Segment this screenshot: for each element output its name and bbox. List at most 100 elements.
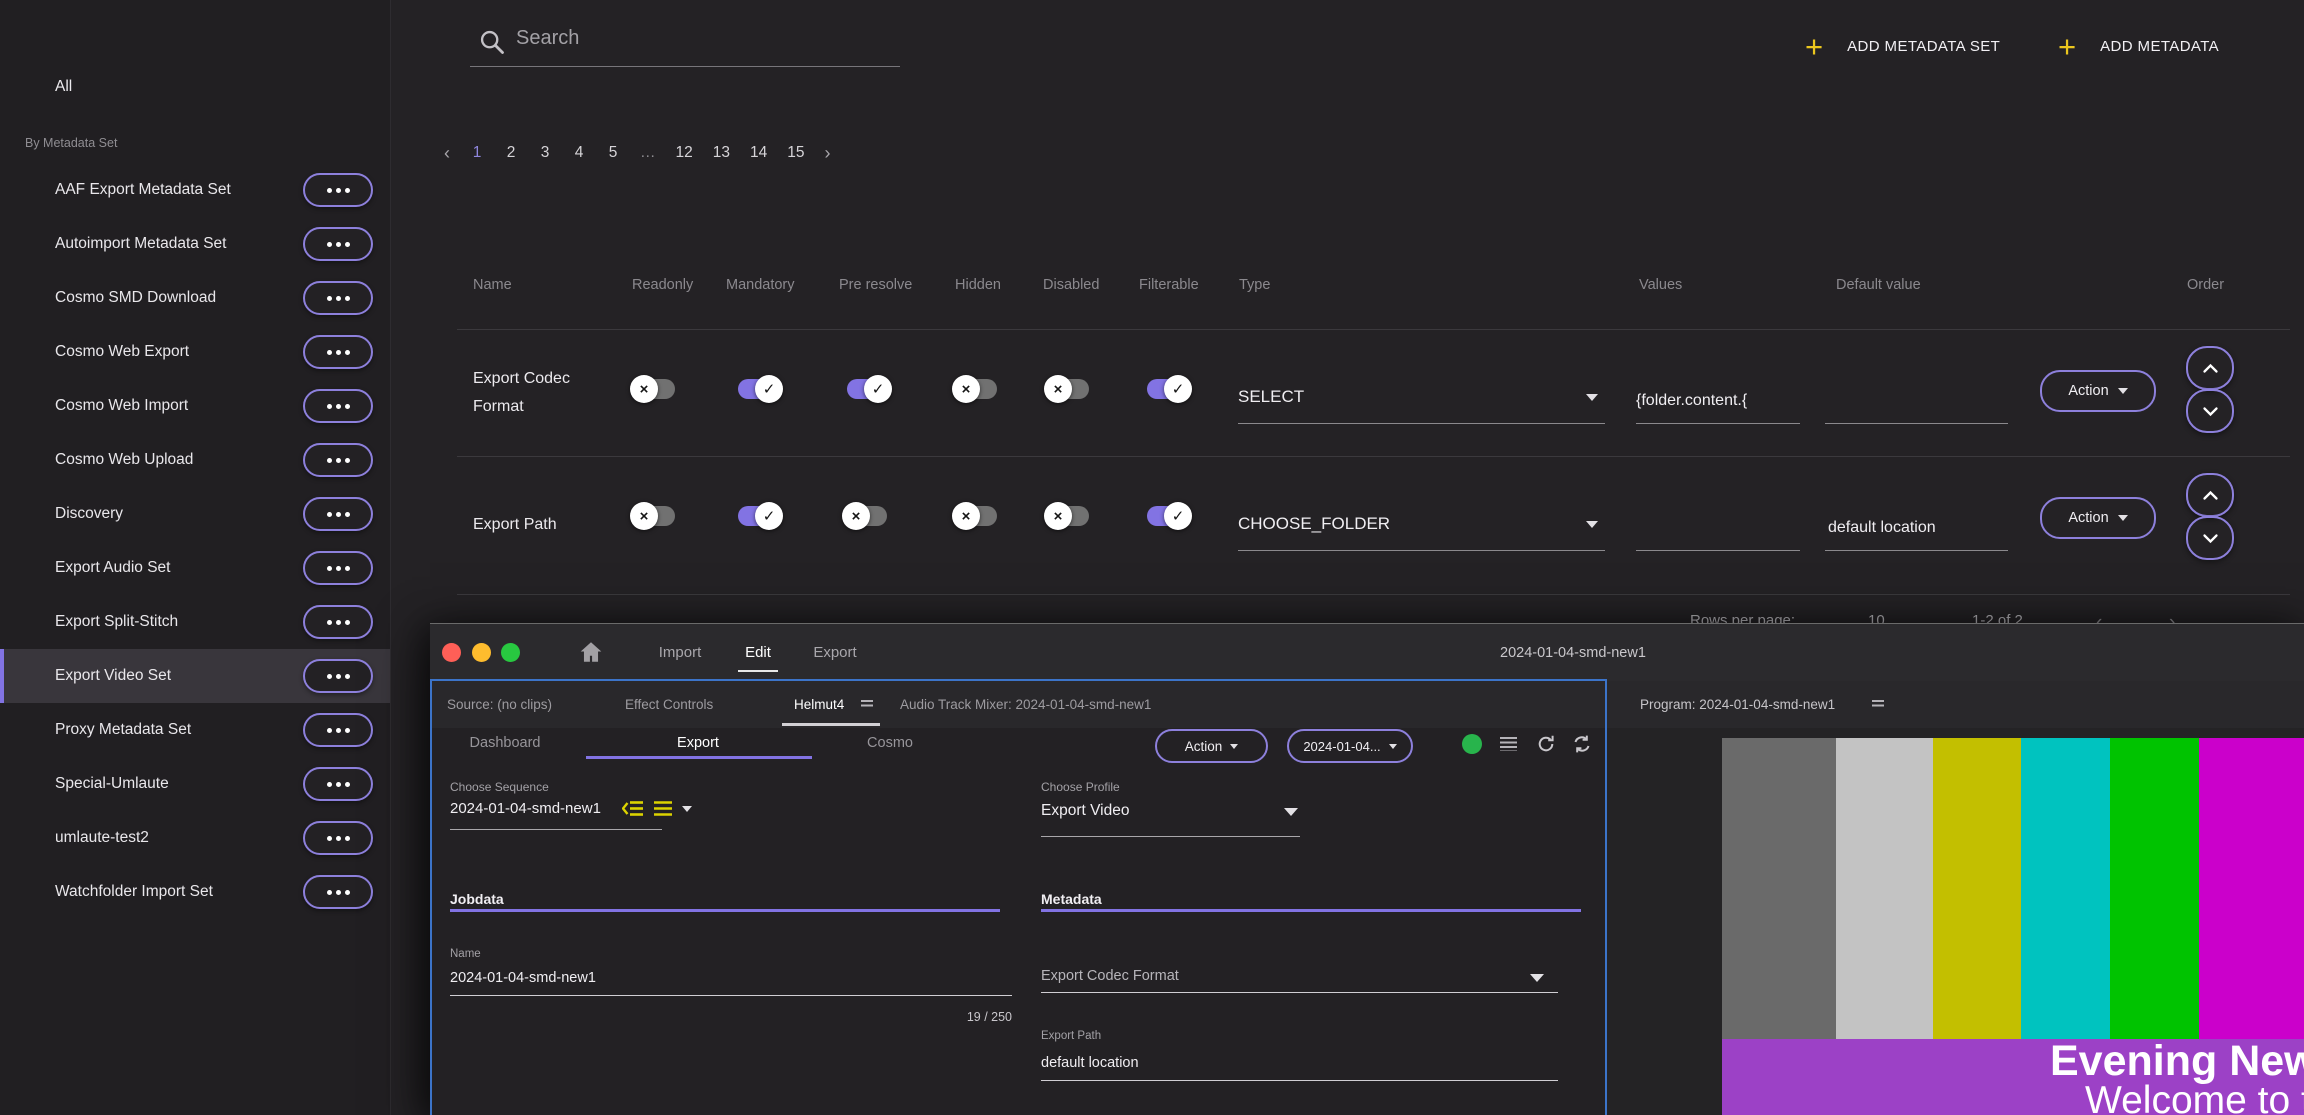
close-window-button[interactable] [442,643,461,662]
sidebar-item[interactable]: AAF Export Metadata Set [0,163,390,217]
action-button[interactable]: Action [2040,370,2156,412]
refresh-icon[interactable] [1536,734,1556,759]
toggle-hidden[interactable]: × [952,375,1000,403]
item-options-button[interactable] [303,497,373,531]
insert-sequence-icon[interactable] [622,800,644,817]
page-number[interactable]: 1 [470,144,484,162]
maximize-window-button[interactable] [501,643,520,662]
item-options-button[interactable] [303,821,373,855]
sidebar-item[interactable]: Cosmo Web Upload [0,433,390,487]
panel-menu-icon[interactable] [861,681,873,728]
action-button[interactable]: Action [2040,497,2156,539]
item-options-button[interactable] [303,551,373,585]
list-icon[interactable] [1500,737,1517,751]
toggle-mandatory[interactable]: ✓ [735,375,783,403]
sidebar-item[interactable]: umlaute-test2 [0,811,390,865]
sidebar-item[interactable]: Discovery [0,487,390,541]
type-select[interactable]: SELECT [1238,387,1598,407]
sync-icon[interactable] [1572,734,1592,759]
order-up-button[interactable] [2186,473,2234,517]
sequence-list-icon[interactable] [654,800,672,817]
menu-tab-import[interactable]: Import [640,624,720,681]
page-number[interactable]: 2 [504,144,518,162]
pagination-prev-button[interactable]: ‹ [444,143,450,164]
page-number[interactable]: 3 [538,144,552,162]
app-root: All By Metadata Set AAF Export Metadata … [0,0,2304,1115]
default-value-field[interactable]: default location [1828,519,2008,537]
toggle-mandatory[interactable]: ✓ [735,502,783,530]
item-options-button[interactable] [303,443,373,477]
toggle-filterable[interactable]: ✓ [1144,375,1192,403]
sidebar-item[interactable]: Special-Umlaute [0,757,390,811]
item-options-button[interactable] [303,713,373,747]
panel-tab-helmut4[interactable]: Helmut4 [794,681,844,728]
program-monitor-panel: Evening New Welcome to the s [1607,728,2304,1115]
helmut-action-button[interactable]: Action [1155,729,1268,763]
export-path-value[interactable]: default location [1041,1055,1139,1071]
panel-tab-audio-mixer[interactable]: Audio Track Mixer: 2024-01-04-smd-new1 [900,681,1151,728]
type-select[interactable]: CHOOSE_FOLDER [1238,514,1598,534]
toggle-readonly[interactable]: × [630,375,678,403]
add-metadata-button[interactable]: + ADD METADATA [2058,26,2219,66]
sidebar-item[interactable]: Export Audio Set [0,541,390,595]
toggle-pre_resolve[interactable]: ✓ [844,375,892,403]
program-panel-title[interactable]: Program: 2024-01-04-smd-new1 [1640,681,1835,728]
sidebar-item[interactable]: Export Video Set [0,649,390,703]
program-panel-menu-icon[interactable] [1872,681,1884,728]
toggle-pre_resolve[interactable]: × [842,502,890,530]
toggle-readonly[interactable]: × [630,502,678,530]
field-name: Export Codec Format [473,369,570,415]
home-icon[interactable] [578,639,604,665]
chevron-down-icon[interactable] [682,805,692,812]
sidebar-item[interactable]: Cosmo Web Export [0,325,390,379]
window-titlebar[interactable]: Import Edit Export 2024-01-04-smd-new1 [430,624,2304,681]
minimize-window-button[interactable] [472,643,491,662]
item-options-button[interactable] [303,875,373,909]
order-up-button[interactable] [2186,346,2234,390]
order-down-button[interactable] [2186,516,2234,560]
item-options-button[interactable] [303,767,373,801]
menu-tab-export[interactable]: Export [795,624,875,681]
search-field[interactable] [470,18,900,67]
page-number[interactable]: 4 [572,144,586,162]
item-options-button[interactable] [303,281,373,315]
export-codec-format-dropdown[interactable]: Export Codec Format [1041,968,1179,984]
sidebar-item[interactable]: Watchfolder Import Set [0,865,390,919]
sidebar-item-all[interactable]: All [0,65,390,109]
item-options-button[interactable] [303,335,373,369]
page-number[interactable]: 12 [676,144,693,162]
panel-tab-effect-controls[interactable]: Effect Controls [625,681,713,728]
panel-tab-source[interactable]: Source: (no clips) [447,681,552,728]
item-options-button[interactable] [303,227,373,261]
toggle-filterable[interactable]: ✓ [1144,502,1192,530]
chevron-down-icon[interactable] [1530,974,1544,982]
order-down-button[interactable] [2186,389,2234,433]
page-number[interactable]: 5 [606,144,620,162]
name-field-value[interactable]: 2024-01-04-smd-new1 [450,970,596,986]
values-field[interactable]: {folder.content.{ [1636,392,1798,410]
toggle-disabled[interactable]: × [1044,502,1092,530]
toggle-hidden[interactable]: × [952,502,1000,530]
profile-value[interactable]: Export Video [1041,802,1129,820]
page-number[interactable]: 14 [750,144,767,162]
search-input[interactable] [514,26,888,51]
sidebar-item[interactable]: Cosmo Web Import [0,379,390,433]
sidebar-item[interactable]: Cosmo SMD Download [0,271,390,325]
helmut-tab-dashboard[interactable]: Dashboard [445,728,565,758]
item-options-button[interactable] [303,659,373,693]
page-number[interactable]: 15 [787,144,804,162]
chevron-down-icon[interactable] [1284,808,1298,816]
item-options-button[interactable] [303,389,373,423]
helmut-tab-cosmo[interactable]: Cosmo [830,728,950,758]
menu-tab-edit[interactable]: Edit [718,624,798,681]
toggle-disabled[interactable]: × [1044,375,1092,403]
job-select-dropdown[interactable]: 2024-01-04... [1287,729,1413,763]
page-number[interactable]: 13 [713,144,730,162]
add-metadata-set-button[interactable]: + ADD METADATA SET [1805,26,2000,66]
item-options-button[interactable] [303,173,373,207]
sidebar-item[interactable]: Proxy Metadata Set [0,703,390,757]
helmut-tab-export[interactable]: Export [638,728,758,758]
chevron-down-icon [1586,393,1598,401]
pagination-next-button[interactable]: › [825,143,831,164]
sidebar-item[interactable]: Autoimport Metadata Set [0,217,390,271]
